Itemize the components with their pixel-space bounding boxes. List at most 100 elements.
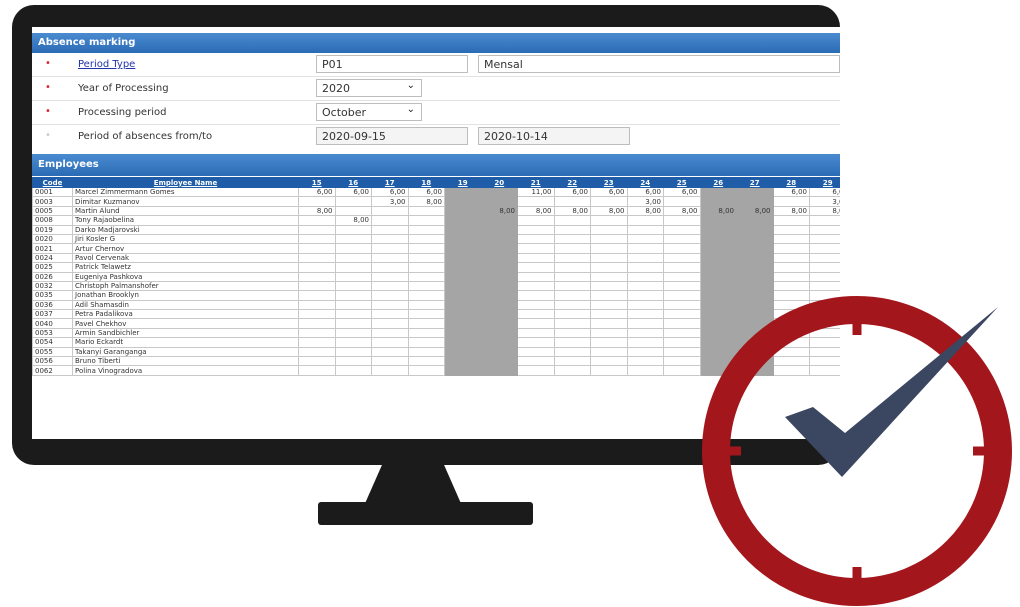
absence-cell[interactable]	[590, 356, 628, 367]
absence-cell[interactable]	[553, 224, 591, 235]
absence-cell[interactable]	[480, 346, 518, 358]
absence-cell[interactable]: 6,00	[553, 186, 591, 198]
absence-cell[interactable]	[517, 215, 555, 226]
absence-cell[interactable]	[809, 243, 840, 254]
absence-cell[interactable]: 6,00	[663, 186, 701, 198]
absence-cell[interactable]	[590, 365, 628, 376]
absence-cell[interactable]	[298, 337, 336, 348]
column-header-day[interactable]: 16	[334, 177, 372, 188]
absence-cell[interactable]	[626, 356, 664, 367]
absence-cell[interactable]: 8,00	[553, 205, 591, 217]
absence-cell[interactable]	[517, 318, 555, 329]
absence-cell[interactable]	[371, 356, 409, 367]
absence-cell[interactable]: 3,00	[626, 196, 664, 207]
absence-cell[interactable]: 8,00	[480, 205, 518, 217]
absence-cell[interactable]	[553, 243, 591, 254]
absence-cell[interactable]	[444, 280, 482, 292]
absence-cell[interactable]	[334, 346, 372, 358]
absence-cell[interactable]: 8,00	[334, 215, 372, 226]
absence-cell[interactable]	[371, 337, 409, 348]
table-row[interactable]: 0020 Jiri Kosler G	[32, 233, 840, 245]
absence-cell[interactable]	[699, 196, 737, 207]
absence-cell[interactable]	[334, 299, 372, 311]
absence-cell[interactable]	[772, 262, 810, 273]
absence-cell[interactable]	[407, 356, 445, 367]
absence-cell[interactable]	[663, 262, 701, 273]
absence-cell[interactable]: 6,00	[371, 186, 409, 198]
absence-cell[interactable]	[480, 243, 518, 254]
table-row[interactable]: 0008 Tony Rajaobelina 8,00	[32, 215, 840, 226]
column-header-day[interactable]: 15	[298, 177, 336, 188]
absence-cell[interactable]	[444, 318, 482, 329]
absence-cell[interactable]	[407, 224, 445, 235]
absence-cell[interactable]	[298, 346, 336, 358]
absence-cell[interactable]	[699, 215, 737, 226]
absence-cell[interactable]	[371, 233, 409, 245]
column-header-day[interactable]: 27	[736, 177, 774, 188]
absence-cell[interactable]	[626, 224, 664, 235]
absence-cell[interactable]	[371, 262, 409, 273]
absence-cell[interactable]	[480, 356, 518, 367]
absence-cell[interactable]	[407, 337, 445, 348]
absence-cell[interactable]	[371, 215, 409, 226]
absence-cell[interactable]	[553, 346, 591, 358]
absence-cell[interactable]	[663, 224, 701, 235]
absence-cell[interactable]	[590, 309, 628, 320]
absence-cell[interactable]	[699, 243, 737, 254]
absence-cell[interactable]	[298, 262, 336, 273]
absence-cell[interactable]	[480, 327, 518, 339]
absence-cell[interactable]	[736, 271, 774, 282]
absence-cell[interactable]	[444, 309, 482, 320]
absence-cell[interactable]	[517, 233, 555, 245]
absence-cell[interactable]	[736, 196, 774, 207]
absence-cell[interactable]	[626, 280, 664, 292]
table-row[interactable]: 0025 Patrick Telawetz	[32, 262, 840, 273]
absence-cell[interactable]: 6,00	[626, 186, 664, 198]
absence-cell[interactable]	[444, 299, 482, 311]
absence-cell[interactable]	[663, 215, 701, 226]
absence-cell[interactable]	[298, 327, 336, 339]
absence-cell[interactable]	[407, 243, 445, 254]
absence-cell[interactable]: 8,00	[517, 205, 555, 217]
absence-cell[interactable]	[626, 243, 664, 254]
absence-cell[interactable]	[626, 309, 664, 320]
absence-cell[interactable]	[736, 186, 774, 198]
absence-cell[interactable]	[663, 196, 701, 207]
absence-cell[interactable]	[553, 271, 591, 282]
absence-cell[interactable]	[772, 224, 810, 235]
absence-cell[interactable]	[444, 356, 482, 367]
absence-cell[interactable]	[736, 243, 774, 254]
absence-cell[interactable]	[517, 337, 555, 348]
absence-cell[interactable]	[480, 196, 518, 207]
column-header-day[interactable]: 21	[517, 177, 555, 188]
absence-cell[interactable]	[772, 215, 810, 226]
absence-cell[interactable]	[590, 299, 628, 311]
absence-cell[interactable]	[298, 356, 336, 367]
absence-cell[interactable]	[407, 318, 445, 329]
absence-cell[interactable]	[517, 280, 555, 292]
absence-cell[interactable]	[699, 186, 737, 198]
column-header-day[interactable]: 18	[407, 177, 445, 188]
absence-cell[interactable]	[334, 252, 372, 264]
absence-cell[interactable]	[590, 252, 628, 264]
absence-cell[interactable]	[334, 290, 372, 301]
absence-cell[interactable]: 8,00	[663, 205, 701, 217]
absence-cell[interactable]	[407, 290, 445, 301]
absence-cell[interactable]	[480, 233, 518, 245]
absence-cell[interactable]	[553, 233, 591, 245]
absence-cell[interactable]	[590, 215, 628, 226]
absence-cell[interactable]	[298, 290, 336, 301]
absence-cell[interactable]	[407, 271, 445, 282]
absence-cell[interactable]	[444, 262, 482, 273]
absence-cell[interactable]	[480, 290, 518, 301]
absence-cell[interactable]	[626, 337, 664, 348]
absence-cell[interactable]	[444, 271, 482, 282]
absence-cell[interactable]	[334, 327, 372, 339]
absence-cell[interactable]	[626, 327, 664, 339]
absence-cell[interactable]	[553, 299, 591, 311]
absence-cell[interactable]	[736, 215, 774, 226]
absence-cell[interactable]	[590, 346, 628, 358]
absence-cell[interactable]	[444, 196, 482, 207]
absence-cell[interactable]	[407, 262, 445, 273]
column-header-day[interactable]: 20	[480, 177, 518, 188]
